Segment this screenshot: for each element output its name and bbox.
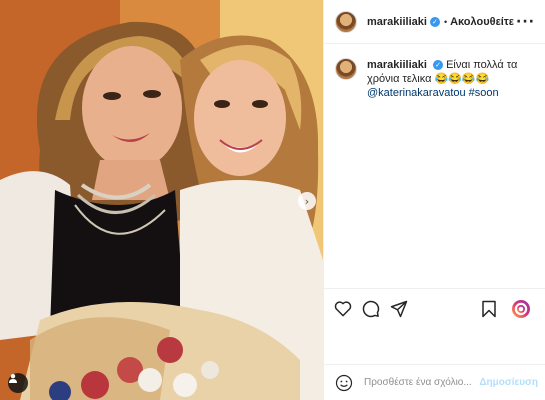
caption-emojis: 😂😂😂😂 xyxy=(434,73,490,85)
next-photo-button[interactable]: › xyxy=(298,192,316,210)
smiley-icon xyxy=(335,374,353,391)
save-button[interactable] xyxy=(478,298,500,320)
comment-button[interactable] xyxy=(360,298,382,320)
chevron-right-icon: › xyxy=(304,194,310,208)
verified-badge-icon: ✓ xyxy=(433,60,443,71)
action-bar xyxy=(324,288,545,328)
comment-input[interactable] xyxy=(364,377,476,388)
heart-icon xyxy=(334,301,352,317)
follow-separator: • xyxy=(443,16,448,27)
avatar[interactable] xyxy=(335,10,357,33)
mention-link[interactable]: @katerinakaravatou xyxy=(367,87,466,99)
caption-username[interactable]: marakiiliaki xyxy=(367,59,427,71)
caption-avatar[interactable] xyxy=(335,58,357,80)
post-photo[interactable]: › xyxy=(0,0,323,400)
share-icon xyxy=(390,300,408,317)
following-button[interactable]: Ακολουθείτε xyxy=(450,16,514,28)
caption: marakiiliaki ✓ Είναι πολλά τα χρόνια τελ… xyxy=(324,44,545,100)
post-header: marakiiliaki ✓ • Ακολουθείτε ··· xyxy=(324,0,545,44)
emoji-button[interactable] xyxy=(334,373,354,393)
user-icon xyxy=(9,374,17,383)
share-button[interactable] xyxy=(388,298,410,320)
comment-icon xyxy=(362,300,380,317)
post-comment-button[interactable]: Δημοσίευση xyxy=(479,377,538,388)
post-side-panel: marakiiliaki ✓ • Ακολουθείτε ··· marakii… xyxy=(323,0,545,400)
tagged-users-button[interactable] xyxy=(8,373,28,393)
sticker-button[interactable] xyxy=(510,298,532,320)
verified-badge-icon: ✓ xyxy=(429,16,440,27)
caption-text: marakiiliaki ✓ Είναι πολλά τα χρόνια τελ… xyxy=(367,58,532,100)
more-dots-icon[interactable]: ··· xyxy=(516,14,535,30)
header-username[interactable]: marakiiliaki xyxy=(367,16,427,28)
hashtag-link[interactable]: #soon xyxy=(469,87,499,99)
photo-illustration xyxy=(0,0,323,400)
instagram-sticker-icon xyxy=(512,299,530,318)
bookmark-icon xyxy=(482,300,496,317)
comment-bar: Δημοσίευση xyxy=(324,364,545,400)
like-button[interactable] xyxy=(332,298,354,320)
